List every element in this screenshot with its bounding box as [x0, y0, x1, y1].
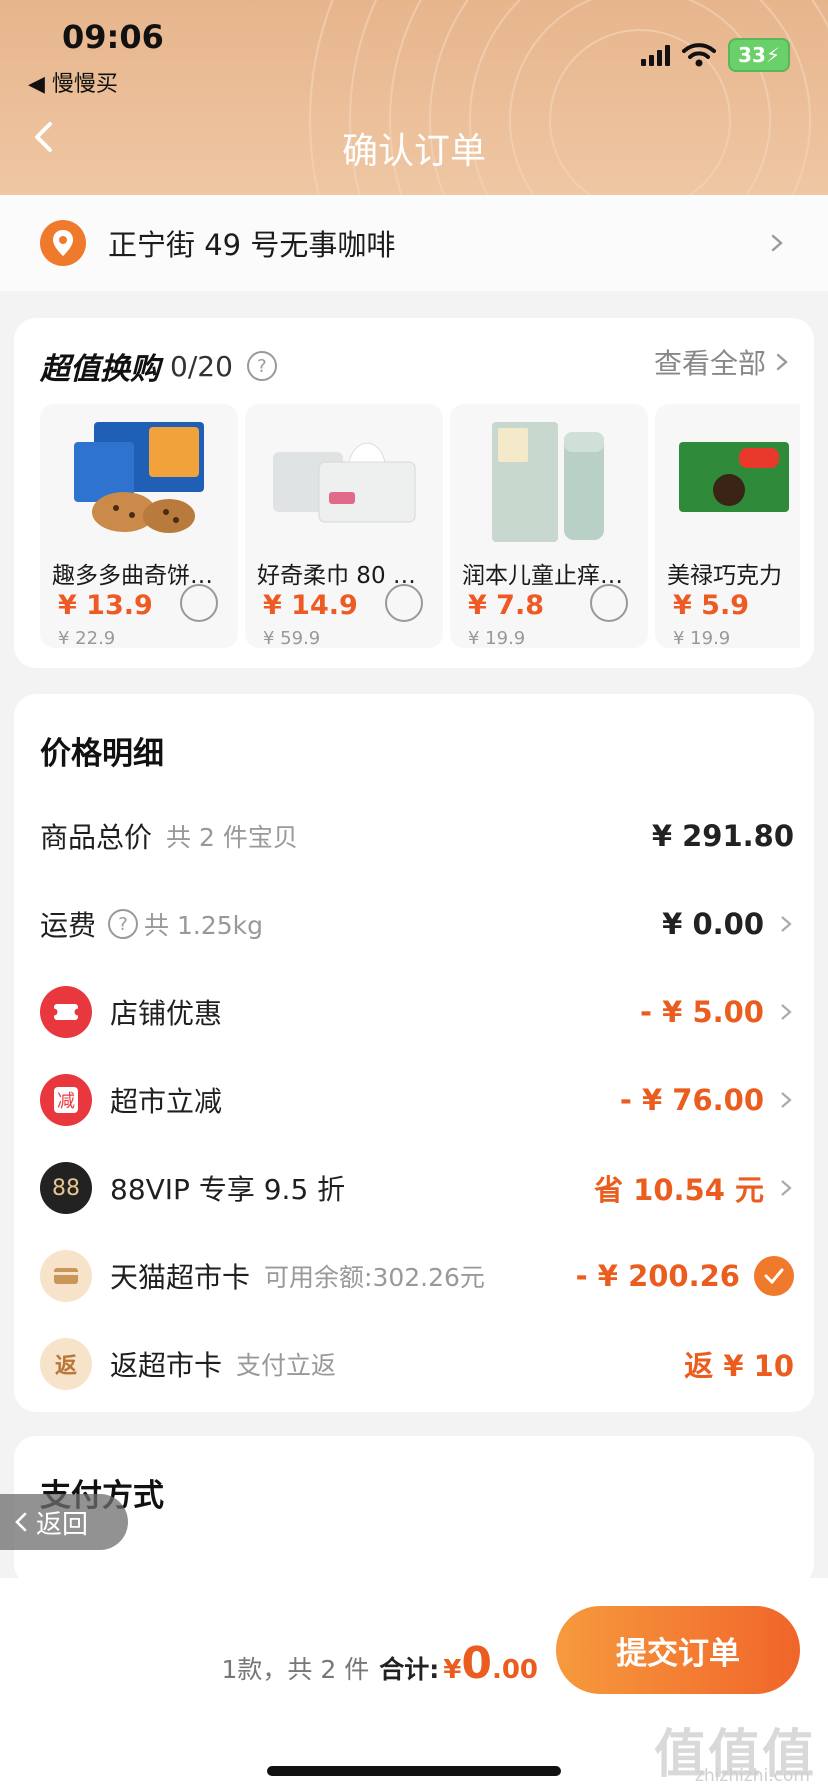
page-title: 确认订单: [341, 131, 486, 172]
floating-back-label: 返回: [36, 1509, 89, 1540]
price-detail-title: 价格明细: [40, 736, 164, 772]
tissue-pack-image: [273, 442, 416, 523]
supermarket-discount-row[interactable]: 减 超市立减 - ¥ 76.00: [40, 1070, 794, 1130]
vip-icon-text: 88: [52, 1175, 80, 1201]
exchange-count: 0/20: [170, 349, 233, 383]
row-value: 返 ¥ 10: [684, 1349, 794, 1383]
product-original-price: ¥ 59.9: [263, 628, 321, 648]
row-value: 省 10.54 元: [594, 1173, 764, 1207]
address-text: 正宁街 49 号无事咖啡: [108, 228, 396, 262]
row-sub: 共 1.25kg: [144, 911, 263, 940]
product-select-radio[interactable]: [590, 584, 628, 622]
row-sub: 支付立返: [236, 1351, 337, 1380]
reduce-icon: 减: [40, 1074, 92, 1126]
wifi-icon: [682, 43, 717, 67]
chevron-right-icon: [781, 1180, 792, 1196]
row-value: - ¥ 76.00: [619, 1083, 764, 1117]
milo-box-image: [679, 442, 789, 512]
product-select-radio[interactable]: [385, 584, 423, 622]
product-price: ¥ 14.9: [263, 590, 358, 621]
row-value: ¥ 291.80: [651, 819, 794, 853]
status-time: 09:06: [62, 18, 164, 56]
reduce-icon-text: 减: [54, 1087, 78, 1113]
header: 09:06 ◀ 慢慢买 33⚡ 确认订单: [0, 0, 828, 195]
cashback-row: 返 返超市卡 支付立返 返 ¥ 10: [40, 1334, 794, 1394]
cookie-box-image: [74, 422, 204, 533]
product-original-price: ¥ 22.9: [58, 628, 116, 648]
product-name: 趣多多曲奇饼…: [52, 563, 213, 589]
product-name: 好奇柔巾 80 …: [257, 563, 416, 589]
row-value: - ¥ 200.26: [575, 1259, 740, 1293]
watermark-url: zhizhizhi.com: [695, 1766, 810, 1786]
total-decimal: .00: [491, 1655, 538, 1685]
chevron-right-icon: [781, 1092, 792, 1108]
total-currency: ¥: [443, 1655, 462, 1685]
chevron-right-icon: [781, 1004, 792, 1020]
product-card[interactable]: 好奇柔巾 80 … ¥ 14.9 ¥ 59.9: [245, 404, 443, 648]
cashback-icon: 返: [40, 1338, 92, 1390]
product-name: 润本儿童止痒…: [462, 563, 623, 589]
row-label: 运费: [40, 909, 97, 942]
chevron-right-icon: [771, 234, 783, 252]
location-pin-icon: [40, 220, 86, 266]
chevron-right-icon: [776, 353, 788, 371]
chevron-left-icon: [15, 1512, 27, 1532]
coupon-icon: [40, 986, 92, 1038]
tmall-card-row[interactable]: 天猫超市卡 可用余额:302.26元 - ¥ 200.26: [40, 1246, 794, 1306]
product-price: ¥ 5.9: [673, 590, 750, 621]
total-label: 合计:: [379, 1655, 440, 1684]
vip-discount-row[interactable]: 88 88VIP 专享 9.5 折 省 10.54 元: [40, 1158, 794, 1218]
row-value: ¥ 0.00: [662, 907, 764, 941]
exchange-title: 超值换购: [40, 352, 160, 387]
row-label: 商品总价: [40, 821, 153, 854]
store-discount-row[interactable]: 店铺优惠 - ¥ 5.00: [40, 982, 794, 1042]
floating-back-button[interactable]: 返回: [0, 1494, 128, 1550]
exchange-header: 超值换购 0/20 ?: [40, 344, 277, 388]
subtotal-row: 商品总价 共 2 件宝贝 ¥ 291.80: [40, 806, 794, 866]
exchange-card: 超值换购 0/20 ? 查看全部 趣多多曲奇饼… ¥ 13.9 ¥ 22.9 好…: [14, 318, 814, 668]
product-price: ¥ 7.8: [468, 590, 545, 621]
help-icon[interactable]: ?: [108, 909, 139, 939]
product-carousel[interactable]: 趣多多曲奇饼… ¥ 13.9 ¥ 22.9 好奇柔巾 80 … ¥ 14.9 ¥…: [40, 404, 800, 648]
product-original-price: ¥ 19.9: [468, 628, 526, 648]
row-label: 返超市卡: [110, 1349, 223, 1382]
see-all-label: 查看全部: [653, 347, 766, 380]
product-card[interactable]: 润本儿童止痒… ¥ 7.8 ¥ 19.9: [450, 404, 648, 648]
product-card[interactable]: 美禄巧克力 ¥ 5.9 ¥ 19.9: [655, 404, 800, 648]
price-detail-card: 价格明细 商品总价 共 2 件宝贝 ¥ 291.80 运费 ? 共 1.25kg…: [14, 694, 814, 1412]
row-value: - ¥ 5.00: [640, 995, 764, 1029]
chevron-right-icon: [781, 916, 792, 932]
product-select-radio[interactable]: [180, 584, 218, 622]
cashback-icon-text: 返: [54, 1354, 77, 1379]
relief-stick-image: [492, 422, 604, 542]
battery-icon: 33⚡: [728, 38, 790, 72]
product-price: ¥ 13.9: [58, 590, 153, 621]
row-label: 超市立减: [110, 1085, 223, 1118]
row-label: 店铺优惠: [110, 997, 223, 1030]
row-sub: 共 2 件宝贝: [166, 823, 298, 852]
help-icon[interactable]: ?: [246, 351, 277, 381]
row-label: 88VIP 专享 9.5 折: [110, 1173, 346, 1206]
battery-level: 33: [738, 43, 766, 67]
row-sub: 可用余额:302.26元: [264, 1263, 485, 1292]
card-icon: [40, 1250, 92, 1302]
see-all-link[interactable]: 查看全部: [654, 342, 790, 382]
submit-order-button[interactable]: 提交订单: [556, 1606, 800, 1694]
total-integer: 0: [461, 1638, 492, 1689]
item-count: 1款，共 2 件: [221, 1655, 370, 1684]
shipping-row[interactable]: 运费 ? 共 1.25kg ¥ 0.00: [40, 894, 794, 954]
address-row[interactable]: 正宁街 49 号无事咖啡: [0, 195, 828, 291]
signal-icon: [641, 44, 671, 66]
status-icons: 33⚡: [641, 38, 790, 72]
product-original-price: ¥ 19.9: [673, 628, 731, 648]
back-to-app-link[interactable]: ◀ 慢慢买: [28, 66, 118, 98]
product-name: 美禄巧克力: [667, 563, 782, 589]
payment-card: 支付方式: [14, 1436, 814, 1586]
checked-icon[interactable]: [754, 1256, 794, 1296]
row-label: 天猫超市卡: [110, 1261, 251, 1294]
order-summary: 1款，共 2 件 合计: ¥ 0 .00: [222, 1638, 539, 1689]
product-card[interactable]: 趣多多曲奇饼… ¥ 13.9 ¥ 22.9: [40, 404, 238, 648]
home-indicator[interactable]: [267, 1766, 561, 1776]
vip-88-icon: 88: [40, 1162, 92, 1214]
